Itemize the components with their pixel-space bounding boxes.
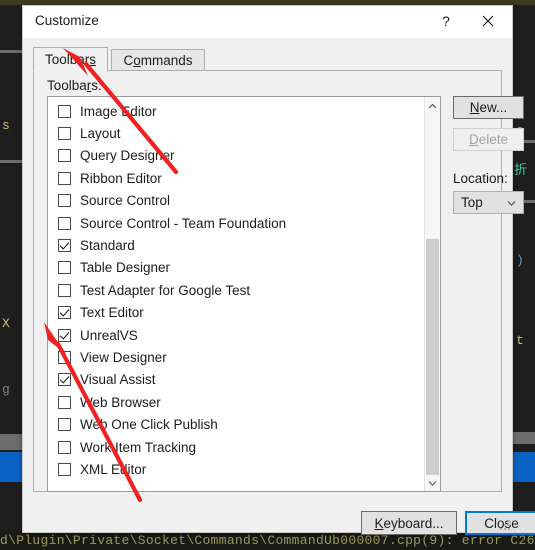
toolbar-list-item-label: Test Adapter for Google Test xyxy=(80,282,251,298)
checkbox-unchecked-icon[interactable] xyxy=(58,350,71,364)
toolbar-list-item-label: XML Editor xyxy=(80,461,147,477)
tab-commands-accel: o xyxy=(133,53,141,68)
toolbar-list-item-label: Source Control - Team Foundation xyxy=(80,215,287,231)
location-selected-value: Top xyxy=(461,195,483,210)
toolbar-list-item[interactable]: Source Control xyxy=(48,190,423,212)
checkbox-unchecked-icon[interactable] xyxy=(58,395,71,409)
keyboard-button[interactable]: Keyboard... xyxy=(361,511,457,535)
tab-commands-label-post: mmands xyxy=(140,53,193,68)
keyboard-button-accel: K xyxy=(374,515,384,531)
chevron-down-icon[interactable] xyxy=(425,474,440,491)
delete-toolbar-button[interactable]: Delete xyxy=(453,128,524,151)
checkbox-unchecked-icon[interactable] xyxy=(58,194,71,208)
checkbox-unchecked-icon[interactable] xyxy=(58,283,71,297)
delete-button-accel: D xyxy=(468,132,479,147)
checkbox-unchecked-icon[interactable] xyxy=(58,216,71,230)
dialog-titlebar: Customize ? xyxy=(23,6,512,38)
toolbar-list-item[interactable]: Web One Click Publish xyxy=(48,413,423,435)
toolbar-list-item-label: View Designer xyxy=(80,349,167,365)
location-select[interactable]: Top xyxy=(453,191,524,214)
editor-fragment: ) xyxy=(516,253,524,268)
toolbar-list-item[interactable]: Table Designer xyxy=(48,257,423,279)
toolbar-list-item[interactable]: Query Designer xyxy=(48,145,423,167)
checkbox-unchecked-icon[interactable] xyxy=(58,261,71,275)
new-button-accel: N xyxy=(469,100,480,115)
tab-toolbars[interactable]: Toolbars xyxy=(33,47,109,72)
editor-selection xyxy=(0,452,22,482)
editor-fragment: t xyxy=(516,333,524,348)
location-label: Location: xyxy=(453,171,508,186)
toolbar-list-item[interactable]: Source Control - Team Foundation xyxy=(48,212,423,234)
tab-toolbars-label: Toolbar xyxy=(45,52,90,67)
checkbox-checked-icon[interactable] xyxy=(58,373,71,387)
toolbar-list-item-label: Image Editor xyxy=(80,103,157,119)
checkbox-unchecked-icon[interactable] xyxy=(58,104,71,118)
tab-commands[interactable]: Commands xyxy=(111,49,205,72)
toolbars-listbox[interactable]: Image Editor Layout Query Designer Ribbon E… xyxy=(47,96,441,492)
scrollbar-thumb[interactable] xyxy=(426,239,439,475)
toolbar-list-item-label: Source Control xyxy=(80,193,171,209)
toolbar-list-item-label: Standard xyxy=(80,238,135,254)
screen: s X g M U u o K 1 e 折 ) t d\Plugin\Priva… xyxy=(0,0,535,550)
toolbar-list-item-label: Visual Assist xyxy=(80,372,156,388)
toolbar-list-item-label: Ribbon Editor xyxy=(80,170,162,186)
toolbar-list-item-label: Table Designer xyxy=(80,260,171,276)
toolbars-label-pre: Toolba xyxy=(47,78,87,93)
customize-dialog: Customize ? Toolbars Commands Toolbars: … xyxy=(22,5,535,535)
checkbox-unchecked-icon[interactable] xyxy=(58,149,71,163)
tab-commands-label: C xyxy=(123,53,134,68)
toolbar-list-item-label: Text Editor xyxy=(80,305,144,321)
checkbox-checked-icon[interactable] xyxy=(58,328,71,342)
toolbars-list: Image Editor Layout Query Designer Ribbon E… xyxy=(48,100,423,481)
toolbar-list-item[interactable]: Ribbon Editor xyxy=(48,167,423,189)
checkbox-checked-icon[interactable] xyxy=(58,239,71,253)
chevron-down-icon xyxy=(507,198,516,208)
toolbar-list-item-label: Work Item Tracking xyxy=(80,439,197,455)
checkbox-unchecked-icon[interactable] xyxy=(58,462,71,476)
toolbar-list-item[interactable]: Work Item Tracking xyxy=(48,436,423,458)
checkbox-unchecked-icon[interactable] xyxy=(58,171,71,185)
editor-band xyxy=(0,160,22,163)
toolbar-list-item-label: Query Designer xyxy=(80,148,175,164)
new-toolbar-button[interactable]: New... xyxy=(453,96,524,119)
toolbar-list-item-label: Layout xyxy=(80,126,121,142)
toolbar-list-item[interactable]: Standard xyxy=(48,234,423,256)
toolbars-label-post: s: xyxy=(91,78,102,93)
toolbar-list-item[interactable]: Layout xyxy=(48,122,423,144)
editor-band xyxy=(513,432,535,444)
toolbar-list-item[interactable]: Visual Assist xyxy=(48,369,423,391)
editor-fragment: 折 xyxy=(514,163,528,178)
toolbar-list-item[interactable]: Image Editor xyxy=(48,100,423,122)
checkbox-unchecked-icon[interactable] xyxy=(58,440,71,454)
checkbox-checked-icon[interactable] xyxy=(58,306,71,320)
resize-grip-icon[interactable] xyxy=(498,518,510,530)
toolbar-list-item[interactable]: Text Editor xyxy=(48,302,423,324)
checkbox-unchecked-icon[interactable] xyxy=(58,418,71,432)
delete-button-post: elete xyxy=(478,132,509,147)
toolbar-list-item-label: UnrealVS xyxy=(80,327,138,343)
toolbars-list-label: Toolbars: xyxy=(47,78,102,93)
close-icon[interactable] xyxy=(468,6,508,36)
toolbars-list-scrollbar[interactable] xyxy=(424,97,440,491)
chevron-up-icon[interactable] xyxy=(425,97,440,114)
new-button-post: ew... xyxy=(479,100,508,115)
toolbar-list-item[interactable]: Test Adapter for Google Test xyxy=(48,279,423,301)
toolbar-list-item[interactable]: UnrealVS xyxy=(48,324,423,346)
help-icon[interactable]: ? xyxy=(426,6,466,36)
toolbar-list-item[interactable]: XML Editor xyxy=(48,458,423,480)
toolbar-list-item-label: Web One Click Publish xyxy=(80,417,218,433)
checkbox-unchecked-icon[interactable] xyxy=(58,127,71,141)
tab-toolbars-accel: s xyxy=(89,52,97,67)
toolbar-list-item[interactable]: View Designer xyxy=(48,346,423,368)
keyboard-button-post: eyboard... xyxy=(383,515,444,531)
editor-band xyxy=(0,434,22,450)
toolbar-list-item-label: Web Browser xyxy=(80,394,161,410)
toolbar-list-item[interactable]: Web Browser xyxy=(48,391,423,413)
tabstrip: Toolbars Commands xyxy=(33,47,205,72)
dialog-title: Customize xyxy=(35,13,99,28)
editor-band xyxy=(0,50,22,53)
